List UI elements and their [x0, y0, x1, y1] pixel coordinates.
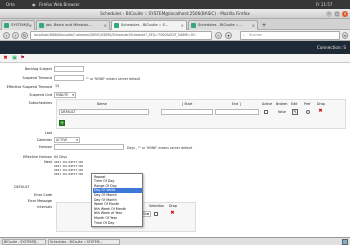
tab-bar: SYSTEM@... × Job, Batch and Mileston... …: [0, 19, 350, 31]
tab-close-icon[interactable]: ×: [252, 21, 255, 30]
backlog-subject-input[interactable]: [54, 66, 84, 72]
close-icon[interactable]: ×: [342, 11, 348, 17]
tab-favicon-icon: [191, 23, 196, 28]
suspend-unit-select[interactable]: MINUTE: [54, 92, 76, 98]
add-subschedule-button[interactable]: [59, 120, 65, 126]
dropdown-option[interactable]: Time Of Day: [93, 221, 142, 226]
error-message-label: Error Message: [27, 199, 52, 203]
tab-label: Schedules - BICsuite :: S...: [121, 23, 169, 27]
column-selection: Selection: [149, 204, 165, 208]
effective-suspend-value: 15: [54, 84, 84, 90]
minimize-icon[interactable]: –: [326, 11, 332, 17]
default-section-label: DEFAULT: [14, 185, 30, 189]
connection-label: Connection: S: [316, 45, 346, 50]
horizon-hint: Days , "" or 'NONE' means server default: [127, 146, 193, 150]
last-label: Last: [44, 131, 52, 135]
subschedule-name-input[interactable]: DEFAULT: [59, 109, 149, 115]
search-icon: ⌕: [243, 33, 246, 37]
system-top-panel: Orte ◉ Firefox Web Browser Fr 11:57: [0, 0, 350, 9]
tab-label: Job, Batch and Mileston...: [46, 23, 92, 27]
broken-value: false: [278, 110, 286, 114]
apps-menu[interactable]: Orte: [6, 2, 15, 7]
back-icon[interactable]: ‹: [3, 32, 10, 39]
horizon-input[interactable]: [54, 144, 124, 150]
period-dropdown-list[interactable]: Repeat Time Of Day Range Of Day Day Of W…: [91, 173, 143, 227]
active-checkbox[interactable]: [264, 110, 268, 114]
column-edit: Edit: [291, 102, 298, 106]
tab-close-icon[interactable]: ×: [29, 21, 32, 30]
search-placeholder: Suchen: [249, 33, 263, 37]
app-toolbar: ✖ ▣ ⚑: [0, 54, 350, 63]
clock: Fr 11:57: [316, 2, 333, 7]
column-drop: Drop: [317, 102, 325, 106]
bookmark-flag-icon[interactable]: ⚑: [19, 55, 26, 62]
browser-tab[interactable]: Job, Batch and Mileston... ×: [36, 20, 110, 30]
browser-tab[interactable]: SYSTEM@... ×: [1, 20, 35, 30]
taskbar-item[interactable]: BICsuite - SYSTEM@...: [2, 239, 46, 245]
menu-icon[interactable]: ≡: [342, 32, 348, 39]
column-drop: Drop: [169, 204, 177, 208]
taskbar: BICsuite - SYSTEM@... Schedules - BICsui…: [0, 237, 350, 245]
edit-icon[interactable]: ✎: [292, 109, 298, 115]
effective-horizon-label: Effective Horizon: [23, 155, 52, 159]
subschedules-table: Name [ Start End ] Active Broken Edit Pr…: [56, 99, 346, 129]
effective-horizon-value: 60 Days: [54, 155, 68, 159]
pref-radio[interactable]: [306, 110, 310, 114]
suspend-timeout-input[interactable]: [54, 75, 84, 81]
column-name: Name: [97, 102, 107, 106]
search-field[interactable]: ⌕ Suchen: [240, 31, 340, 40]
workspace-switcher-icon[interactable]: [342, 239, 348, 245]
column-broken: Broken: [276, 102, 288, 106]
active-app-label[interactable]: Firefox Web Browser: [39, 2, 80, 7]
intervals-label: Intervals: [37, 205, 52, 209]
calendar-select[interactable]: ACTIVE: [54, 137, 80, 143]
next-dates: 2017-04-04T17:00 2017-04-04T17:00 2017-0…: [54, 160, 83, 176]
browser-tab[interactable]: Schedules - BICsuite ::... ×: [188, 20, 258, 30]
horizon-label: Horizon: [39, 145, 52, 149]
url-field[interactable]: localhost:8080/bicsuite/Customer/DEMO/SD…: [30, 31, 212, 40]
navigation-bar: ‹ › ↻ localhost:8080/bicsuite/Customer/D…: [0, 30, 350, 41]
save-icon[interactable]: ▣: [11, 55, 18, 62]
tab-favicon-icon: [114, 23, 119, 28]
drop-icon[interactable]: ✖: [318, 109, 323, 114]
subschedule-start-input[interactable]: [161, 109, 213, 115]
close-form-icon[interactable]: ✖: [2, 55, 9, 62]
column-start: [ Start: [182, 102, 193, 106]
selection-checkbox[interactable]: [154, 212, 158, 216]
new-tab-button[interactable]: +: [260, 22, 268, 30]
tab-close-icon[interactable]: ×: [104, 21, 107, 30]
tab-close-icon[interactable]: ×: [181, 21, 184, 30]
bookmark-star-icon[interactable]: ☆: [215, 32, 222, 39]
next-label: Next: [44, 160, 52, 164]
effective-suspend-label: Effective Suspend Timeout: [6, 85, 52, 89]
drop-icon[interactable]: ✖: [170, 211, 175, 216]
error-code-label: Error Code: [33, 193, 52, 197]
firefox-app-icon: ◉: [32, 2, 36, 7]
window-titlebar: Schedules - BICsuite :: SYSTEM@localhost…: [0, 9, 350, 19]
column-active: Active: [262, 102, 273, 106]
maximize-icon[interactable]: □: [334, 11, 340, 17]
tab-favicon-icon: [39, 23, 44, 28]
app-header: Connection: S: [0, 41, 350, 54]
backlog-subject-label: Backlog Subject: [24, 67, 52, 71]
tab-favicon-icon: [4, 23, 9, 28]
forward-icon[interactable]: ›: [12, 32, 19, 39]
subschedule-end-input[interactable]: [215, 109, 259, 115]
reload-icon[interactable]: ↻: [21, 32, 28, 39]
tab-label: Schedules - BICsuite ::...: [198, 23, 242, 27]
calendar-label: Calendar: [36, 138, 52, 142]
suspend-timeout-hint: "" or 'NONE' means server default: [86, 77, 141, 81]
column-pref: Pref: [304, 102, 311, 106]
suspend-timeout-label: Suspend Timeout: [22, 76, 52, 80]
dropdown-arrow-icon[interactable]: ▾: [225, 32, 232, 39]
window-title: Schedules - BICsuite :: SYSTEM@localhost…: [100, 11, 250, 16]
subschedules-label: Subschedules: [28, 101, 52, 105]
suspend-unit-label: Suspend Unit: [29, 93, 52, 97]
taskbar-item[interactable]: Schedules - BICsuite :: SYSTEM...: [48, 239, 120, 245]
column-end: End ]: [232, 102, 241, 106]
